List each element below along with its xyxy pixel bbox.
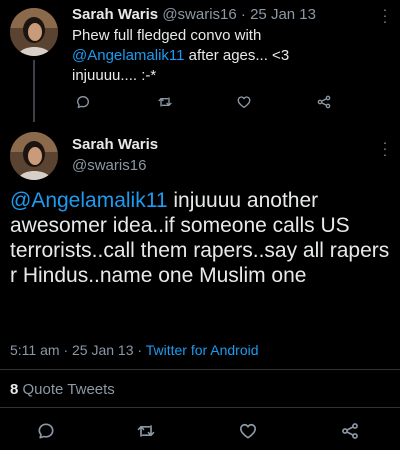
tweet-text-line: @Angelamalik11 after ages... <3	[72, 46, 372, 66]
author-handle[interactable]: @swaris16	[72, 157, 146, 174]
divider	[0, 407, 400, 408]
tweet-text-fragment: after ages... <3	[184, 47, 290, 64]
reply-icon[interactable]	[75, 94, 91, 110]
tweet-text: Phew full fledged convo with @Angelamali…	[72, 26, 372, 86]
tweet-date[interactable]: 25 Jan 13	[72, 342, 134, 358]
more-options-icon[interactable]: · · ·	[382, 2, 388, 28]
like-icon[interactable]	[236, 94, 252, 110]
reply-icon[interactable]	[36, 421, 56, 441]
tweet-text-line: Phew full fledged convo with	[72, 27, 262, 44]
tweet-source-link[interactable]: Twitter for Android	[146, 342, 259, 358]
quote-count: 8	[10, 381, 19, 398]
tweet-time[interactable]: 5:11 am	[10, 342, 60, 358]
retweet-icon[interactable]	[136, 421, 156, 441]
tweet-date[interactable]: 25 Jan 13	[250, 6, 316, 23]
like-icon[interactable]	[238, 421, 258, 441]
share-icon[interactable]	[340, 421, 360, 441]
separator: ·	[137, 342, 143, 358]
retweet-icon[interactable]	[157, 94, 173, 110]
separator: ·	[63, 342, 69, 358]
tweet-text-line: injuuuu.... :-*	[72, 67, 157, 84]
more-options-icon[interactable]: · · ·	[382, 135, 388, 161]
author-handle[interactable]: @swaris16	[162, 6, 236, 23]
quote-tweets-link[interactable]: 8 Quote Tweets	[10, 381, 115, 398]
author-name[interactable]: Sarah Waris	[72, 6, 158, 23]
avatar-photo	[10, 132, 58, 180]
author-name[interactable]: Sarah Waris	[72, 136, 158, 153]
separator: ·	[240, 6, 246, 23]
tweet-metadata: 5:11 am · 25 Jan 13 · Twitter for Androi…	[10, 342, 259, 358]
mention-link[interactable]: @Angelamalik11	[10, 189, 168, 212]
avatar[interactable]	[10, 8, 58, 56]
mention-link[interactable]: @Angelamalik11	[72, 47, 185, 64]
quote-label: Quote Tweets	[22, 381, 115, 398]
thread-line	[33, 60, 35, 122]
avatar[interactable]	[10, 132, 58, 180]
divider	[0, 369, 400, 370]
tweet-text: @Angelamalik11 injuuuu another awesomer …	[10, 188, 395, 288]
avatar-photo	[10, 8, 58, 56]
share-icon[interactable]	[316, 94, 332, 110]
tweet-header: Sarah Waris @swaris16 · 25 Jan 13	[72, 6, 316, 23]
